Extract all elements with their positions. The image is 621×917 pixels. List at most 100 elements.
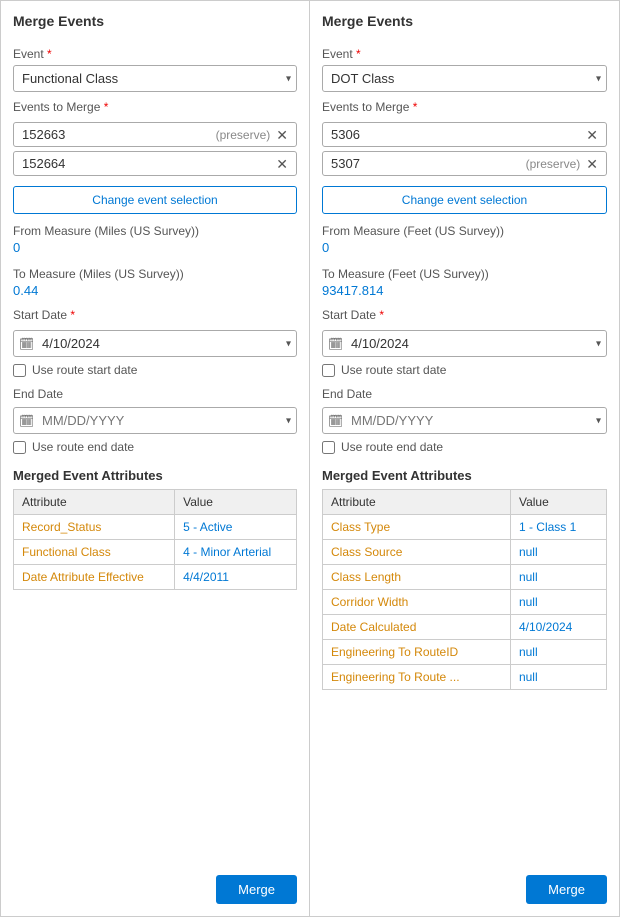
right-panel-title: Merge Events [322, 13, 607, 29]
right-attr-value-2: null [510, 565, 606, 590]
left-attr-col1-header: Attribute [14, 490, 175, 515]
right-end-date-wrapper[interactable]: 🗓 ▾ [322, 407, 607, 434]
left-use-route-start-label: Use route start date [32, 363, 137, 377]
left-event-row-1: 152664 ✕ [13, 151, 297, 176]
left-event-select-wrapper[interactable]: Functional Class ▾ [13, 65, 297, 92]
left-merged-attrs-title: Merged Event Attributes [13, 468, 297, 483]
right-attr-value-5: null [510, 640, 606, 665]
left-end-date-input[interactable] [13, 407, 297, 434]
right-attr-row-3: Corridor Widthnull [323, 590, 607, 615]
right-change-event-button[interactable]: Change event selection [322, 186, 607, 214]
right-attr-row-6: Engineering To Route ...null [323, 665, 607, 690]
left-attr-name-0: Record_Status [14, 515, 175, 540]
left-panel-title: Merge Events [13, 13, 297, 29]
right-attr-value-4: 4/10/2024 [510, 615, 606, 640]
left-event-id-1: 152664 [22, 156, 270, 171]
right-event-close-1[interactable]: ✕ [586, 157, 598, 171]
right-attr-row-0: Class Type1 - Class 1 [323, 515, 607, 540]
right-merge-btn-wrapper: Merge [322, 859, 607, 904]
right-from-measure-label: From Measure (Feet (US Survey)) [322, 224, 607, 238]
left-merge-btn-wrapper: Merge [13, 859, 297, 904]
left-use-route-start-row: Use route start date [13, 363, 297, 377]
left-to-measure-label: To Measure (Miles (US Survey)) [13, 267, 297, 281]
left-from-measure-label: From Measure (Miles (US Survey)) [13, 224, 297, 238]
right-attr-name-5: Engineering To RouteID [323, 640, 511, 665]
right-to-measure-value: 93417.814 [322, 283, 607, 298]
left-attr-row-0: Record_Status5 - Active [14, 515, 297, 540]
right-attr-value-3: null [510, 590, 606, 615]
right-use-route-start-checkbox[interactable] [322, 364, 335, 377]
left-use-route-end-row: Use route end date [13, 440, 297, 454]
right-attr-name-4: Date Calculated [323, 615, 511, 640]
left-use-route-start-checkbox[interactable] [13, 364, 26, 377]
right-use-route-end-label: Use route end date [341, 440, 443, 454]
right-start-date-label: Start Date * [322, 308, 607, 322]
right-end-date-label: End Date [322, 387, 607, 401]
left-change-event-button[interactable]: Change event selection [13, 186, 297, 214]
right-attr-col2-header: Value [510, 490, 606, 515]
right-attr-name-1: Class Source [323, 540, 511, 565]
right-attr-row-1: Class Sourcenull [323, 540, 607, 565]
left-attr-row-1: Functional Class4 - Minor Arterial [14, 540, 297, 565]
left-attr-value-0: 5 - Active [175, 515, 297, 540]
left-panel: Merge Events Event * Functional Class ▾ … [0, 0, 310, 917]
left-use-route-end-checkbox[interactable] [13, 441, 26, 454]
right-attr-value-1: null [510, 540, 606, 565]
right-use-route-end-row: Use route end date [322, 440, 607, 454]
left-attr-value-2: 4/4/2011 [175, 565, 297, 590]
right-panel: Merge Events Event * DOT Class ▾ Events … [310, 0, 620, 917]
right-use-route-start-row: Use route start date [322, 363, 607, 377]
left-event-close-1[interactable]: ✕ [276, 157, 288, 171]
right-event-row-1: 5307 (preserve) ✕ [322, 151, 607, 176]
left-to-measure-value: 0.44 [13, 283, 297, 298]
right-to-measure-label: To Measure (Feet (US Survey)) [322, 267, 607, 281]
left-attr-table: Attribute Value Record_Status5 - ActiveF… [13, 489, 297, 590]
left-start-date-input[interactable] [13, 330, 297, 357]
left-start-date-wrapper[interactable]: 🗓 ▾ [13, 330, 297, 357]
right-event-select[interactable]: DOT Class [322, 65, 607, 92]
left-event-label: Event * [13, 47, 297, 61]
left-attr-col2-header: Value [175, 490, 297, 515]
right-start-date-wrapper[interactable]: 🗓 ▾ [322, 330, 607, 357]
right-attr-table: Attribute Value Class Type1 - Class 1Cla… [322, 489, 607, 690]
left-start-date-label: Start Date * [13, 308, 297, 322]
left-attr-name-2: Date Attribute Effective [14, 565, 175, 590]
left-attr-value-1: 4 - Minor Arterial [175, 540, 297, 565]
left-event-close-0[interactable]: ✕ [276, 128, 288, 142]
left-use-route-end-label: Use route end date [32, 440, 134, 454]
right-use-route-start-label: Use route start date [341, 363, 446, 377]
right-from-measure-value: 0 [322, 240, 607, 255]
right-event-row-0: 5306 ✕ [322, 122, 607, 147]
left-events-to-merge-label: Events to Merge * [13, 100, 297, 114]
right-event-preserve-1: (preserve) [526, 157, 581, 171]
right-attr-name-6: Engineering To Route ... [323, 665, 511, 690]
right-attr-col1-header: Attribute [323, 490, 511, 515]
left-attr-name-1: Functional Class [14, 540, 175, 565]
right-use-route-end-checkbox[interactable] [322, 441, 335, 454]
left-event-select[interactable]: Functional Class [13, 65, 297, 92]
right-event-select-wrapper[interactable]: DOT Class ▾ [322, 65, 607, 92]
left-end-date-wrapper[interactable]: 🗓 ▾ [13, 407, 297, 434]
left-event-id-0: 152663 [22, 127, 216, 142]
left-merge-button[interactable]: Merge [216, 875, 297, 904]
right-attr-name-0: Class Type [323, 515, 511, 540]
left-from-measure-value: 0 [13, 240, 297, 255]
left-attr-row-2: Date Attribute Effective4/4/2011 [14, 565, 297, 590]
right-event-id-1: 5307 [331, 156, 526, 171]
right-merge-button[interactable]: Merge [526, 875, 607, 904]
right-event-label: Event * [322, 47, 607, 61]
right-attr-row-4: Date Calculated4/10/2024 [323, 615, 607, 640]
right-event-close-0[interactable]: ✕ [586, 128, 598, 142]
left-event-row-0: 152663 (preserve) ✕ [13, 122, 297, 147]
right-end-date-input[interactable] [322, 407, 607, 434]
right-merged-attrs-title: Merged Event Attributes [322, 468, 607, 483]
left-end-date-label: End Date [13, 387, 297, 401]
right-attr-name-3: Corridor Width [323, 590, 511, 615]
right-attr-row-2: Class Lengthnull [323, 565, 607, 590]
right-attr-row-5: Engineering To RouteIDnull [323, 640, 607, 665]
right-attr-name-2: Class Length [323, 565, 511, 590]
right-start-date-input[interactable] [322, 330, 607, 357]
right-attr-value-6: null [510, 665, 606, 690]
left-event-preserve-0: (preserve) [216, 128, 271, 142]
right-events-to-merge-label: Events to Merge * [322, 100, 607, 114]
